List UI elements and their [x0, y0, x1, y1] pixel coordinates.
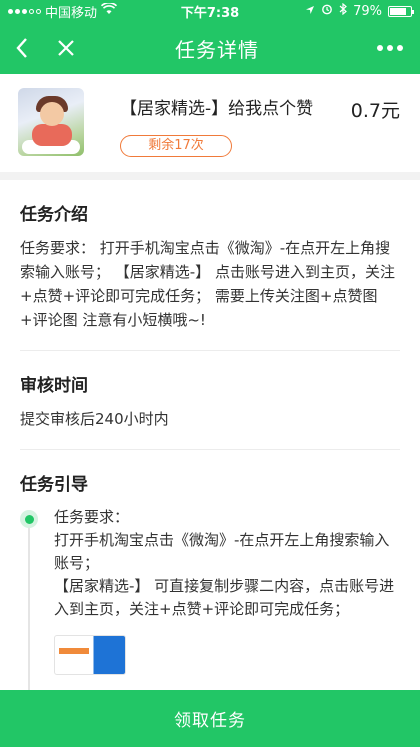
back-button[interactable]: [0, 22, 44, 74]
intro-section: 任务介绍 任务要求： 打开手机淘宝点击《微淘》-在点开左上角搜索输入账号； 【居…: [0, 180, 420, 350]
guide-section: 任务引导: [0, 450, 420, 506]
main-content[interactable]: 【居家精选-】给我点个赞 剩余17次 0.7元 任务介绍 任务要求： 打开手机淘…: [0, 74, 420, 690]
alarm-icon: [321, 3, 333, 19]
review-section: 审核时间 提交审核后240小时内: [0, 351, 420, 449]
status-left: 中国移动: [8, 2, 148, 21]
section-divider: [0, 172, 420, 180]
status-right: 79%: [272, 2, 414, 19]
battery-icon: [388, 5, 414, 17]
wifi-icon: [100, 2, 118, 19]
intro-text: 任务要求： 打开手机淘宝点击《微淘》-在点开左上角搜索输入账号； 【居家精选-】…: [20, 239, 395, 329]
guide-step-heading: 任务要求：: [54, 508, 130, 526]
review-text: 提交审核后240小时内: [20, 410, 169, 428]
bluetooth-icon: [339, 2, 348, 19]
task-thumbnail: [18, 88, 84, 156]
battery-percent: 79%: [353, 3, 382, 19]
close-button[interactable]: [44, 22, 88, 74]
status-bar: 中国移动 下午7:38 79%: [0, 0, 420, 22]
timeline-line: [28, 518, 30, 690]
guide-title: 任务引导: [20, 475, 88, 495]
guide-step-text: 打开手机淘宝点击《微淘》-在点开左上角搜索输入账号；: [54, 531, 390, 572]
guide-screenshot-image[interactable]: [54, 635, 126, 675]
more-dots-icon: [377, 45, 383, 51]
review-title: 审核时间: [20, 376, 88, 396]
nav-bar: 任务详情: [0, 22, 420, 74]
page-title: 任务详情: [175, 37, 259, 62]
carrier-label: 中国移动: [45, 5, 98, 21]
battery-fill: [390, 7, 406, 15]
guide-step-text-2: 【居家精选-】 可直接复制步骤二内容，点击账号进入到主页，关注+点赞+评论即可完…: [54, 577, 395, 618]
timeline-dot-icon: [20, 510, 38, 528]
intro-title: 任务介绍: [20, 205, 88, 225]
close-icon: [58, 40, 74, 56]
claim-task-button[interactable]: 领取任务: [0, 690, 420, 747]
location-icon: [305, 4, 315, 19]
remaining-badge: 剩余17次: [120, 135, 232, 157]
task-header: 【居家精选-】给我点个赞 剩余17次 0.7元: [0, 74, 420, 172]
guide-step: 任务要求： 打开手机淘宝点击《微淘》-在点开左上角搜索输入账号； 【居家精选-】…: [0, 506, 420, 690]
status-time: 下午7:38: [180, 5, 240, 21]
signal-icon: [8, 8, 41, 14]
chevron-left-icon: [16, 38, 27, 58]
task-price: 0.7元: [350, 100, 400, 122]
more-button[interactable]: [360, 45, 420, 51]
